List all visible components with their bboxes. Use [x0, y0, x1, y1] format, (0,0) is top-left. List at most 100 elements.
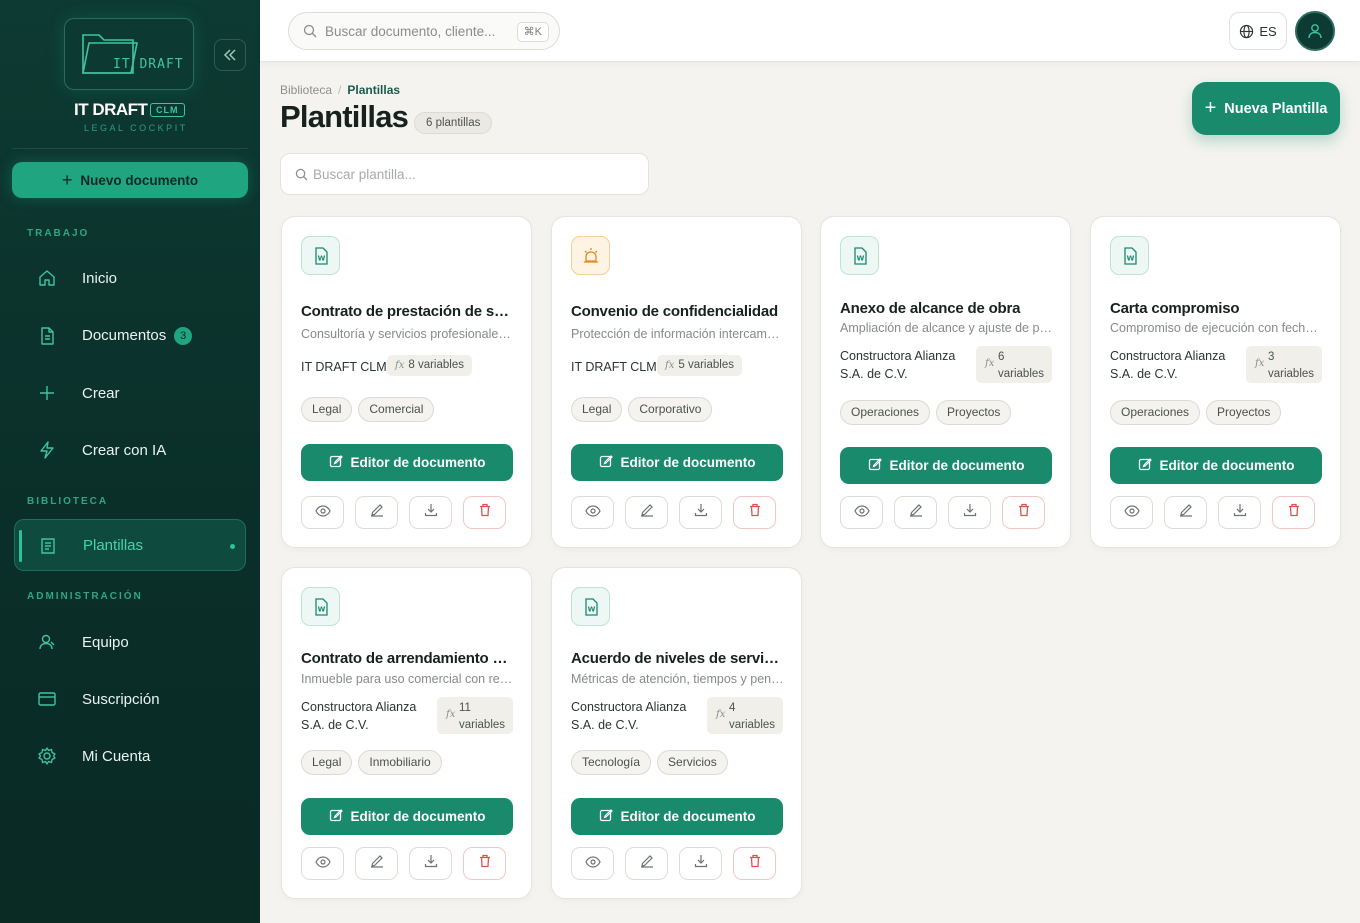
tag[interactable]: Servicios: [657, 750, 728, 775]
tag[interactable]: Legal: [571, 397, 623, 422]
breadcrumb-root[interactable]: Biblioteca: [280, 83, 332, 97]
download-button[interactable]: [948, 496, 991, 529]
sidebar-item-crear-con-ia[interactable]: Crear con IA: [14, 424, 246, 476]
preview-button[interactable]: [1110, 496, 1153, 529]
edit-button[interactable]: [625, 496, 668, 529]
download-button[interactable]: [679, 496, 722, 529]
trash-icon: [1017, 503, 1031, 522]
breadcrumb: Biblioteca / Plantillas: [280, 83, 401, 97]
plus-icon: [36, 382, 58, 404]
tag[interactable]: Tecnología: [571, 750, 652, 775]
template-card[interactable]: W Carta compromiso Compromiso de ejecuci…: [1090, 216, 1341, 548]
template-card[interactable]: W Anexo de alcance de obra Ampliación de…: [820, 216, 1071, 548]
edit-button[interactable]: [625, 847, 668, 880]
edit-button[interactable]: [355, 496, 398, 529]
tag-list: Legal Comercial: [301, 397, 435, 422]
edit-button[interactable]: [355, 847, 398, 880]
tag[interactable]: Corporativo: [628, 397, 713, 422]
global-search-input[interactable]: Buscar documento, cliente... ⌘K: [288, 12, 560, 50]
new-document-label: Nuevo documento: [80, 172, 199, 188]
variables-count: 6: [998, 351, 1005, 363]
sidebar-item-plantillas[interactable]: Plantillas: [14, 519, 246, 571]
tag[interactable]: Proyectos: [1206, 400, 1282, 425]
card-title: Convenio de confidencialidad: [571, 303, 778, 320]
document-editor-button[interactable]: Editor de documento: [571, 444, 783, 481]
edit-button[interactable]: [1164, 496, 1207, 529]
delete-button[interactable]: [733, 847, 776, 880]
variables-badge: fx 5 variables: [657, 355, 742, 376]
search-icon: [303, 24, 317, 38]
variables-word: variables: [687, 359, 734, 371]
section-label-biblioteca: BIBLIOTECA: [27, 496, 109, 507]
variables-count: 4: [729, 702, 736, 714]
sidebar-item-inicio[interactable]: Inicio: [14, 252, 246, 304]
template-card[interactable]: Convenio de confidencialidad Protección …: [551, 216, 802, 548]
pencil-icon: [370, 503, 384, 522]
template-search-input[interactable]: Buscar plantilla...: [280, 153, 649, 195]
eye-icon: [853, 504, 870, 522]
preview-button[interactable]: [571, 847, 614, 880]
new-document-button[interactable]: + Nuevo documento: [12, 162, 248, 198]
word-file-icon: W: [840, 236, 879, 275]
function-icon: fx: [1255, 358, 1265, 369]
eye-icon: [314, 504, 331, 522]
preview-button[interactable]: [571, 496, 614, 529]
card-title: Contrato de arrendamiento comercial: [301, 650, 515, 667]
document-editor-button[interactable]: Editor de documento: [840, 447, 1052, 484]
card-actions: [571, 496, 776, 529]
gear-icon: [36, 745, 58, 767]
sidebar-item-suscripcion[interactable]: Suscripción: [14, 673, 246, 725]
language-switcher[interactable]: ES: [1229, 12, 1287, 50]
card-actions: [301, 847, 506, 880]
tag[interactable]: Proyectos: [936, 400, 1012, 425]
delete-button[interactable]: [463, 847, 506, 880]
tag[interactable]: Legal: [301, 750, 353, 775]
preview-button[interactable]: [301, 496, 344, 529]
brand-logo[interactable]: IT DRAFT: [64, 18, 194, 90]
template-card[interactable]: W Contrato de prestación de servicios Co…: [281, 216, 532, 548]
download-button[interactable]: [409, 847, 452, 880]
tag[interactable]: Comercial: [358, 397, 435, 422]
template-card[interactable]: W Acuerdo de niveles de servicio Métrica…: [551, 567, 802, 899]
sidebar-item-documentos[interactable]: Documentos 3: [14, 310, 246, 362]
sidebar-item-mi-cuenta[interactable]: Mi Cuenta: [14, 730, 246, 782]
tag[interactable]: Operaciones: [1110, 400, 1201, 425]
card-icon: [36, 688, 58, 710]
download-button[interactable]: [409, 496, 452, 529]
document-editor-button[interactable]: Editor de documento: [301, 444, 513, 481]
new-template-button[interactable]: + Nueva Plantilla: [1192, 82, 1340, 135]
avatar[interactable]: [1295, 11, 1335, 51]
edit-icon: [329, 808, 343, 825]
editor-button-label: Editor de documento: [350, 455, 486, 470]
tag[interactable]: Inmobiliario: [358, 750, 442, 775]
delete-button[interactable]: [733, 496, 776, 529]
search-icon: [295, 168, 308, 181]
svg-text:W: W: [856, 254, 864, 262]
sidebar-item-equipo[interactable]: Equipo: [14, 616, 246, 668]
document-editor-button[interactable]: Editor de documento: [571, 798, 783, 835]
tag[interactable]: Operaciones: [840, 400, 931, 425]
edit-button[interactable]: [894, 496, 937, 529]
variables-badge: fx 3 variables: [1246, 346, 1322, 383]
card-title: Acuerdo de niveles de servicio: [571, 650, 785, 667]
document-editor-button[interactable]: Editor de documento: [301, 798, 513, 835]
delete-button[interactable]: [1272, 496, 1315, 529]
download-button[interactable]: [679, 847, 722, 880]
card-description: Protección de información intercambiada …: [571, 327, 785, 341]
download-button[interactable]: [1218, 496, 1261, 529]
delete-button[interactable]: [463, 496, 506, 529]
preview-button[interactable]: [301, 847, 344, 880]
delete-button[interactable]: [1002, 496, 1045, 529]
tag[interactable]: Legal: [301, 397, 353, 422]
card-description: Inmueble para uso comercial con renta me…: [301, 672, 515, 686]
variables-word: variables: [459, 719, 506, 731]
word-file-icon: W: [1110, 236, 1149, 275]
document-editor-button[interactable]: Editor de documento: [1110, 447, 1322, 484]
template-card[interactable]: W Contrato de arrendamiento comercial In…: [281, 567, 532, 899]
collapse-sidebar-button[interactable]: [214, 39, 246, 71]
variables-badge: fx 8 variables: [387, 355, 472, 376]
card-title: Anexo de alcance de obra: [840, 300, 1021, 317]
preview-button[interactable]: [840, 496, 883, 529]
sidebar-item-crear[interactable]: Crear: [14, 367, 246, 419]
trash-icon: [478, 854, 492, 873]
